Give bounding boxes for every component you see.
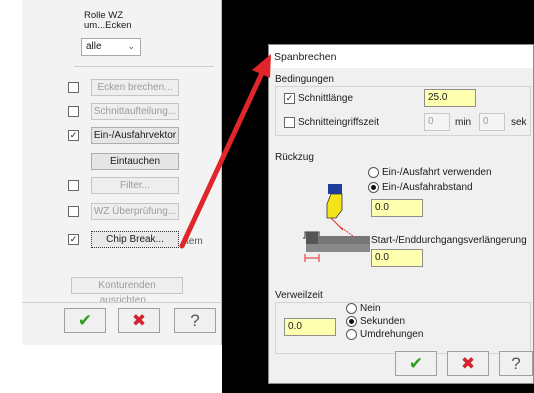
annotation-arrow-icon — [179, 54, 271, 249]
